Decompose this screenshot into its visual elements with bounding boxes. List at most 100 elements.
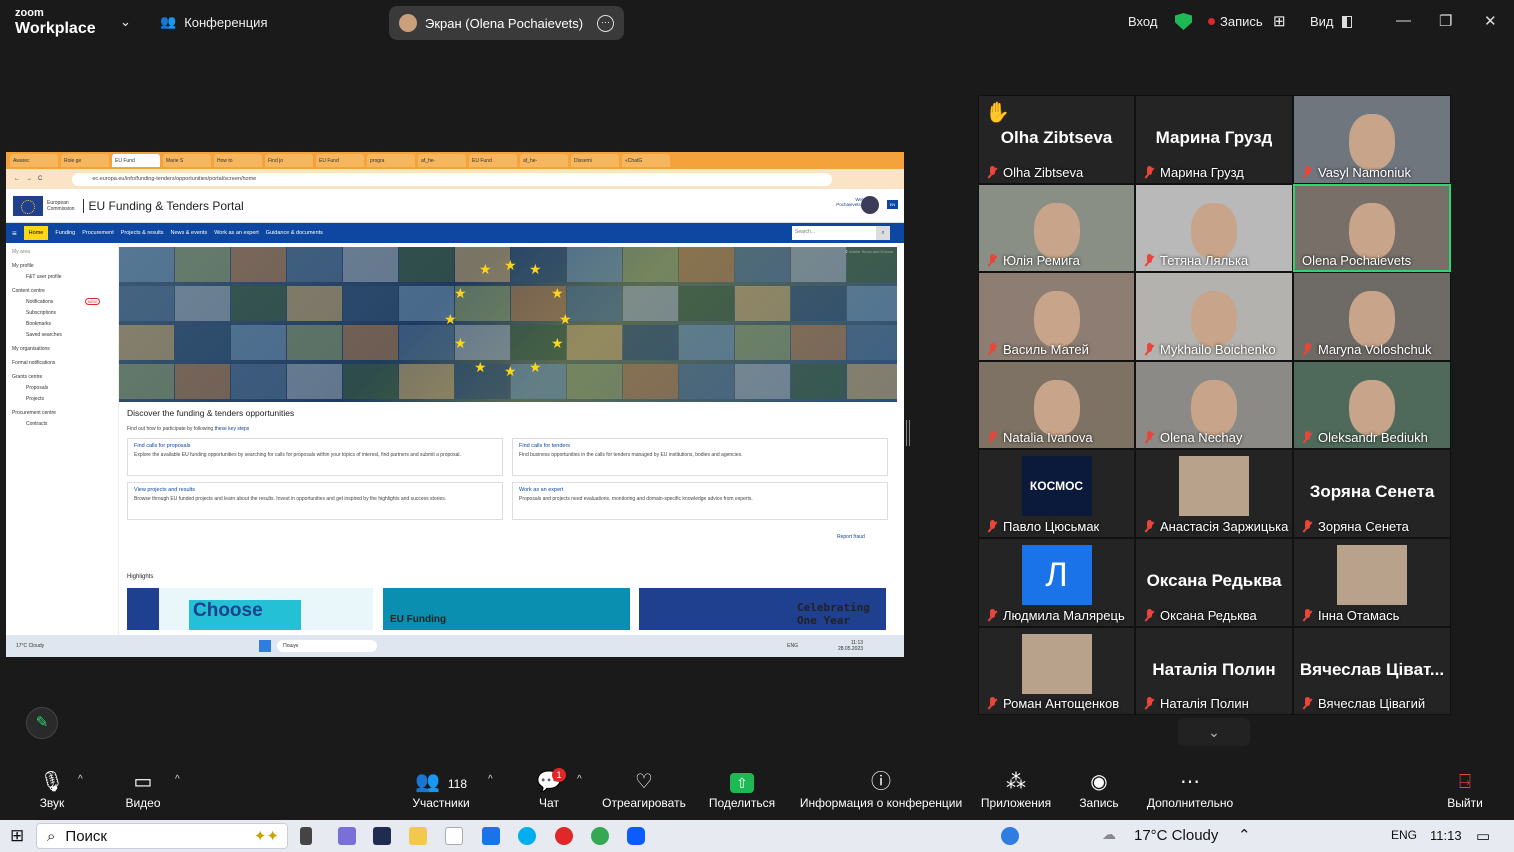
sidebar-saved[interactable]: Saved searches [26, 332, 112, 338]
browser-tab[interactable]: Find jo [265, 154, 313, 167]
audio-options-caret[interactable]: ^ [78, 774, 83, 785]
browser-tab[interactable]: af_he- [520, 154, 568, 167]
taskbar-lang[interactable]: ENG [1391, 828, 1417, 842]
sign-in-button[interactable]: Вход [1128, 14, 1157, 29]
sidebar-subscriptions[interactable]: Subscriptions [26, 310, 112, 316]
participant-tile[interactable]: Maryna Voloshchuk [1293, 272, 1451, 361]
browser-tab[interactable]: Dissemi [571, 154, 619, 167]
sidebar-projects[interactable]: Projects [26, 396, 112, 402]
participant-tile[interactable]: Olena Nechay [1135, 360, 1293, 450]
help-icon[interactable] [1001, 827, 1019, 845]
sidebar-contracts[interactable]: Contracts [26, 421, 112, 427]
gallery-next-page-icon[interactable]: ⌄ [1178, 718, 1250, 746]
sidebar-my-profile[interactable]: My profile [12, 263, 112, 269]
notifications-icon[interactable]: ▭ [1476, 827, 1490, 845]
participant-tile[interactable]: Vasyl Namoniuk [1293, 95, 1451, 184]
participant-tile[interactable]: Анастасія Заржицька [1135, 449, 1293, 538]
meeting-menu[interactable]: 👥 Конференция [160, 14, 267, 30]
chevron-down-icon[interactable]: ⌄ [120, 14, 131, 30]
meeting-info-button[interactable]: ⓘ Информация о конференции [796, 768, 966, 810]
participant-tile[interactable]: Тетяна Лялька [1135, 183, 1293, 273]
zoom-app-icon[interactable] [627, 827, 645, 845]
card-calls-proposals[interactable]: Find calls for proposals Explore the avai… [127, 438, 503, 476]
participant-tile[interactable]: Роман Антощенков [978, 626, 1135, 716]
report-fraud-link[interactable]: Report fraud [837, 534, 865, 540]
record-button[interactable]: ◉ Запись [1076, 768, 1122, 810]
highlight-card-1[interactable]: Choose [127, 588, 373, 630]
minimize-icon[interactable]: — [1396, 12, 1411, 29]
react-button[interactable]: ♡ Отреагировать [600, 768, 688, 810]
sidebar-bookmarks[interactable]: Bookmarks [26, 321, 112, 327]
file-explorer-icon[interactable] [409, 827, 427, 845]
share-button[interactable]: ⇧ Поделиться [706, 768, 778, 810]
apps-button[interactable]: ⁂ Приложения [977, 768, 1055, 810]
sidebar-proposals[interactable]: Proposals [26, 385, 112, 391]
browser-tab[interactable]: EU Fund [112, 154, 160, 167]
browser-tab[interactable]: Marie S [163, 154, 211, 167]
opera-icon[interactable] [555, 827, 573, 845]
nav-guidance[interactable]: Guidance & documents [266, 230, 323, 236]
leave-button[interactable]: ⍈ Выйти [1444, 768, 1486, 810]
participant-tile[interactable]: Oleksandr Bediukh [1293, 360, 1451, 450]
nav-expert[interactable]: Work as an expert [214, 230, 259, 236]
sidebar-ft-user[interactable]: F&T user profile [26, 274, 112, 280]
nav-procurement[interactable]: Procurement [82, 230, 114, 236]
participant-tile[interactable]: Марина Грузд Марина Грузд [1135, 95, 1293, 184]
task-view-icon[interactable] [300, 827, 312, 845]
encryption-shield-icon[interactable] [1175, 13, 1192, 30]
restore-icon[interactable]: ❐ [1439, 12, 1452, 30]
portal-search-input[interactable]: Search... [792, 226, 876, 240]
browser-tab[interactable]: EU Fund [469, 154, 517, 167]
participant-tile[interactable]: Зоряна Сенета Зоряна Сенета [1293, 449, 1451, 538]
language-button[interactable]: EN [887, 200, 898, 209]
gallery-grid-icon[interactable]: ⊞ [1273, 12, 1286, 30]
card-calls-tenders[interactable]: Find calls for tenders Find business oppo… [512, 438, 888, 476]
browser-tab[interactable]: progra [367, 154, 415, 167]
shared-screen[interactable]: Awarec Role ge EU Fund Marie S How to Find jo… [6, 152, 904, 657]
browser-tab[interactable]: How to [214, 154, 262, 167]
more-options-icon[interactable]: ··· [597, 14, 614, 32]
annotate-pencil-icon[interactable]: ✎ [26, 707, 58, 739]
participant-tile[interactable]: Інна Отамась [1293, 537, 1451, 627]
participant-tile[interactable]: Natalia Ivanova [978, 360, 1135, 450]
chrome-icon[interactable] [591, 827, 609, 845]
recording-indicator[interactable]: Запись [1208, 14, 1263, 29]
participants-button[interactable]: 👥 118 Участники [408, 768, 474, 810]
remote-search[interactable]: Пошук [277, 640, 378, 652]
taskbar-search[interactable]: ⌕ Поиск ✦✦ [36, 823, 288, 849]
tray-chevron-icon[interactable]: ⌃ [1238, 826, 1251, 844]
reload-icon[interactable]: C [38, 176, 42, 182]
sidebar-formal[interactable]: Formal notifications [12, 360, 112, 366]
video-options-caret[interactable]: ^ [175, 774, 180, 785]
participant-tile[interactable]: Юлія Ремига [978, 183, 1135, 273]
participant-tile[interactable]: Л Людмила Малярець [978, 537, 1135, 627]
browser-tab[interactable]: EU Fund [316, 154, 364, 167]
hamburger-icon[interactable]: ≡ [12, 229, 17, 238]
participant-tile[interactable]: Оксана Редьква Оксана Редьква [1135, 537, 1293, 627]
chat-caret[interactable]: ^ [577, 774, 582, 785]
participant-tile[interactable]: КОСМОС Павло Цюсьмак [978, 449, 1135, 538]
chat-button[interactable]: 💬 1 Чат [532, 768, 566, 810]
search-icon[interactable]: ⌕ [876, 226, 890, 240]
participant-tile[interactable]: ✋ Olha Zibtseva Olha Zibtseva [978, 95, 1135, 184]
browser-tab[interactable]: Role ge [61, 154, 109, 167]
highlight-card-2[interactable]: EU Funding [383, 588, 630, 630]
outlook-icon[interactable] [482, 827, 500, 845]
nav-news[interactable]: News & events [171, 230, 208, 236]
participant-tile[interactable]: Вячеслав Цівaт... Вячеслав Цівагий [1293, 626, 1451, 716]
participants-caret[interactable]: ^ [488, 774, 493, 785]
video-button[interactable]: ▭ Видео [120, 768, 166, 810]
url-field[interactable]: ec.europa.eu/info/funding-tenders/opport… [72, 172, 833, 186]
skype-icon[interactable] [518, 827, 536, 845]
sidebar-content-centre[interactable]: Content centre [12, 288, 112, 294]
nav-home[interactable]: Home [23, 226, 49, 240]
windows-start-icon[interactable] [259, 640, 272, 652]
splitter-handle[interactable] [906, 420, 910, 446]
nav-projects[interactable]: Projects & results [121, 230, 164, 236]
taskbar-time[interactable]: 11:13 [1430, 828, 1462, 843]
browser-tab[interactable]: af_he- [418, 154, 466, 167]
windows-start-icon[interactable]: ⊞ [10, 826, 24, 846]
screen-share-pill[interactable]: Экран (Olena Pochaievets) ··· [389, 6, 624, 40]
view-menu[interactable]: Вид [1310, 14, 1352, 29]
participant-tile[interactable]: Mykhailo Boichenko [1135, 272, 1293, 361]
